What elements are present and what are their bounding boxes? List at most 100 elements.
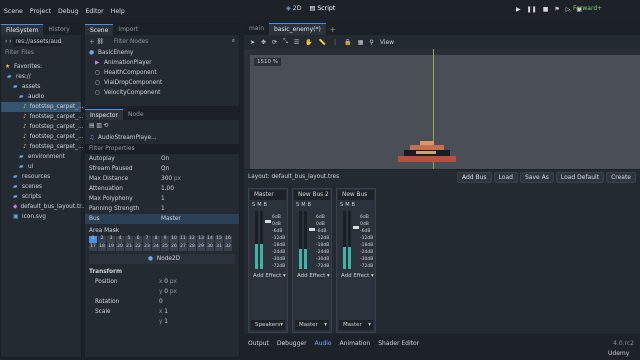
- path-field[interactable]: res://assets/audio/: [13, 37, 62, 46]
- mask-layer-cell[interactable]: 32: [224, 244, 232, 251]
- forward-icon[interactable]: ›: [9, 39, 11, 45]
- property-value[interactable]: 1.00: [161, 186, 174, 192]
- scale-x-field[interactable]: 1: [164, 309, 168, 315]
- load-default-button[interactable]: Load Default: [555, 171, 605, 183]
- add-effect-menu[interactable]: Add Effect ▾: [293, 271, 331, 281]
- tab-debugger[interactable]: Debugger: [277, 340, 307, 347]
- transform-section[interactable]: Transform: [85, 267, 239, 277]
- tree-item-scenes[interactable]: ▰ scenes: [1, 182, 81, 192]
- mute-button[interactable]: M: [301, 202, 305, 208]
- tab-audio[interactable]: Audio: [315, 340, 332, 347]
- mute-button[interactable]: M: [345, 202, 349, 208]
- bypass-button[interactable]: B: [352, 202, 355, 208]
- position-y-field[interactable]: 0: [164, 289, 168, 295]
- bus-name-field[interactable]: New Bus: [338, 190, 374, 200]
- tree-item-favorites[interactable]: ★ Favorites:: [1, 62, 81, 72]
- workspace-script-button[interactable]: ▤ Script: [309, 5, 335, 12]
- mask-layer-cell[interactable]: 23: [143, 244, 151, 251]
- solo-button[interactable]: S: [252, 202, 255, 208]
- bus-name-field[interactable]: Master: [250, 190, 286, 200]
- tree-item-ui[interactable]: ▰ ui: [1, 162, 81, 172]
- mask-layer-cell[interactable]: 18: [98, 244, 106, 251]
- menu-scene[interactable]: Scene: [4, 8, 23, 15]
- solo-button[interactable]: S: [340, 202, 343, 208]
- mask-layer-cell[interactable]: 8: [152, 236, 160, 243]
- position-x-field[interactable]: 0: [164, 279, 168, 285]
- bus-output-select[interactable]: Master ▾: [295, 320, 329, 330]
- tree-item-footstep-1[interactable]: ♪ footstep_carpet_...: [1, 102, 84, 112]
- mask-layer-cell[interactable]: 26: [170, 244, 178, 251]
- link-icon[interactable]: ⛓: [97, 39, 104, 45]
- renderer-select[interactable]: Forward+: [573, 5, 602, 12]
- property-value[interactable]: Master: [161, 216, 181, 222]
- pause-icon[interactable]: ❚❚: [527, 6, 537, 13]
- mask-layer-cell[interactable]: 9: [161, 236, 169, 243]
- mask-layer-cell[interactable]: 24: [152, 244, 160, 251]
- mask-layer-cell[interactable]: 7: [143, 236, 151, 243]
- tree-item-scripts[interactable]: ▰ scripts: [1, 192, 81, 202]
- tree-item-footstep-2[interactable]: ♪ footstep_carpet_...: [1, 112, 84, 122]
- mask-layer-cell[interactable]: 13: [197, 236, 205, 243]
- menu-debug[interactable]: Debug: [58, 8, 78, 15]
- property-value[interactable]: On: [161, 166, 169, 172]
- remote-icon[interactable]: ⚑: [554, 6, 559, 13]
- tab-scene[interactable]: Scene: [85, 24, 114, 35]
- tree-item-assets[interactable]: ▰ assets: [1, 82, 81, 92]
- menu-editor[interactable]: Editor: [85, 8, 103, 15]
- snap-icon[interactable]: ⋮: [332, 39, 338, 46]
- zoom-label[interactable]: 1510 %: [254, 58, 281, 66]
- tree-item-icon-svg[interactable]: ▣ icon.svg: [1, 212, 81, 222]
- bone-icon[interactable]: ⚲: [369, 39, 373, 46]
- tree-item-footstep-4[interactable]: ♪ footstep_carpet_...: [1, 132, 84, 142]
- tab-inspector[interactable]: Inspector: [85, 109, 123, 120]
- mask-layer-cell[interactable]: 5: [125, 236, 133, 243]
- mask-layer-cell[interactable]: 29: [197, 244, 205, 251]
- add-node-icon[interactable]: ＋: [89, 37, 95, 46]
- mask-layer-cell[interactable]: 6: [134, 236, 142, 243]
- volume-fader-handle[interactable]: [353, 226, 359, 229]
- node-animation-player[interactable]: ▶ AnimationPlayer: [85, 58, 239, 68]
- tab-basic-enemy[interactable]: basic_enemy(*): [269, 23, 326, 35]
- object-name[interactable]: AudioStreamPlaye...: [98, 135, 157, 141]
- node-health-component[interactable]: ○ HealthComponent: [85, 68, 239, 78]
- scale-tool-icon[interactable]: ⤡: [283, 38, 288, 46]
- tab-main[interactable]: main: [244, 23, 269, 35]
- mask-layer-cell[interactable]: 27: [179, 244, 187, 251]
- tree-item-res[interactable]: ▰ res://: [1, 72, 81, 82]
- property-value[interactable]: 1: [161, 196, 165, 202]
- mask-layer-cell[interactable]: 25: [161, 244, 169, 251]
- lock-icon[interactable]: 🔒: [344, 39, 351, 46]
- mask-layer-cell[interactable]: 30: [206, 244, 214, 251]
- property-value[interactable]: 1: [161, 206, 165, 212]
- play-scene-icon[interactable]: ▷: [566, 6, 571, 13]
- add-effect-menu[interactable]: Add Effect ▾: [337, 271, 375, 281]
- filter-files-input[interactable]: Filter Files: [1, 48, 81, 58]
- property-value[interactable]: 300: [161, 176, 172, 182]
- solo-button[interactable]: S: [296, 202, 299, 208]
- pan-tool-icon[interactable]: ✋: [305, 39, 312, 46]
- new-resource-icon[interactable]: ▤: [89, 123, 94, 129]
- workspace-2d-button[interactable]: ◈ 2D: [286, 5, 301, 12]
- mute-button[interactable]: M: [257, 202, 261, 208]
- ruler-tool-icon[interactable]: 📏: [319, 39, 326, 46]
- tab-animation[interactable]: Animation: [340, 340, 371, 347]
- list-tool-icon[interactable]: ☰: [294, 39, 299, 46]
- group-icon[interactable]: ▦: [358, 39, 364, 46]
- save-as-button[interactable]: Save As: [519, 171, 554, 183]
- tab-import[interactable]: Import: [113, 24, 143, 35]
- volume-fader-handle[interactable]: [309, 228, 315, 231]
- add-bus-button[interactable]: Add Bus: [456, 171, 492, 183]
- tree-item-audio[interactable]: ▰ audio: [1, 92, 81, 102]
- mask-layer-cell[interactable]: 15: [215, 236, 223, 243]
- load-button[interactable]: Load: [493, 171, 518, 183]
- mask-layer-cell[interactable]: 17: [89, 244, 97, 251]
- property-value[interactable]: On: [161, 156, 169, 162]
- add-effect-menu[interactable]: Add Effect ▾: [249, 271, 287, 281]
- create-button[interactable]: Create: [606, 171, 636, 183]
- rotation-field[interactable]: 0: [159, 299, 163, 305]
- bus-name-field[interactable]: New Bus 2: [294, 190, 330, 200]
- filter-nodes-input[interactable]: Filter Nodes: [114, 39, 148, 45]
- tree-item-environment[interactable]: ▰ environment: [1, 152, 81, 162]
- bypass-button[interactable]: B: [264, 202, 267, 208]
- view-menu[interactable]: View: [380, 39, 394, 46]
